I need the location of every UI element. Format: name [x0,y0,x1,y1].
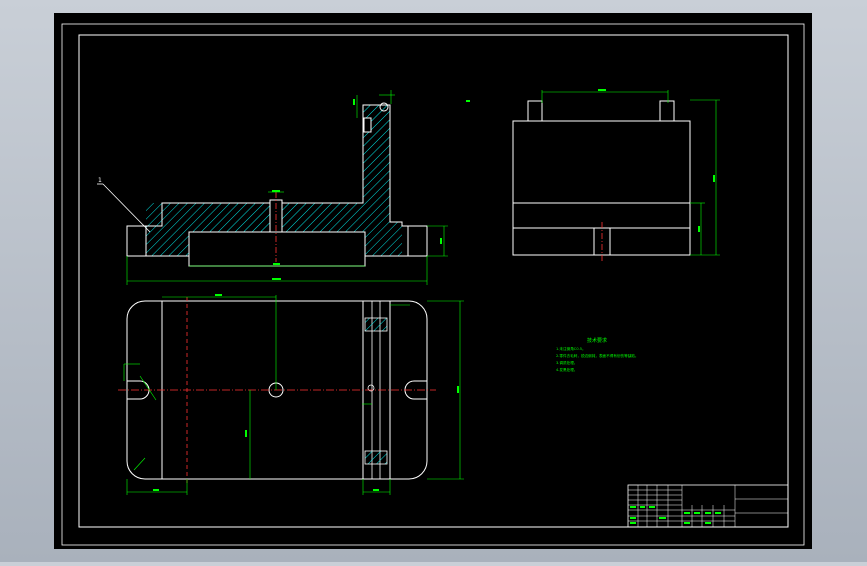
leader-tag: 1 [98,177,102,184]
front-slot [188,231,366,267]
top-post-notch-lower [364,450,388,465]
notes-line-2: 2.零件去毛刺，锐边倒钝，表面不得有划伤等缺陷。 [556,353,639,358]
top-post-notch-upper [364,317,388,332]
notes-line-1: 1.未注倒角C0.5。 [556,346,586,351]
post-small-slot [363,117,372,133]
notes-line-4: 4.发黑处理。 [556,367,577,372]
cad-drawing-canvas[interactable]: 1 技术要求 1.未注倒角C0.5。 2.零件去毛刺，锐边倒钝，表面不得有划伤等… [0,0,867,562]
cad-viewport[interactable]: 1 技术要求 1.未注倒角C0.5。 2.零件去毛刺，锐边倒钝，表面不得有划伤等… [0,0,867,562]
notes-title: 技术要求 [587,337,607,344]
notes-line-3: 3.调质处理。 [556,360,577,365]
